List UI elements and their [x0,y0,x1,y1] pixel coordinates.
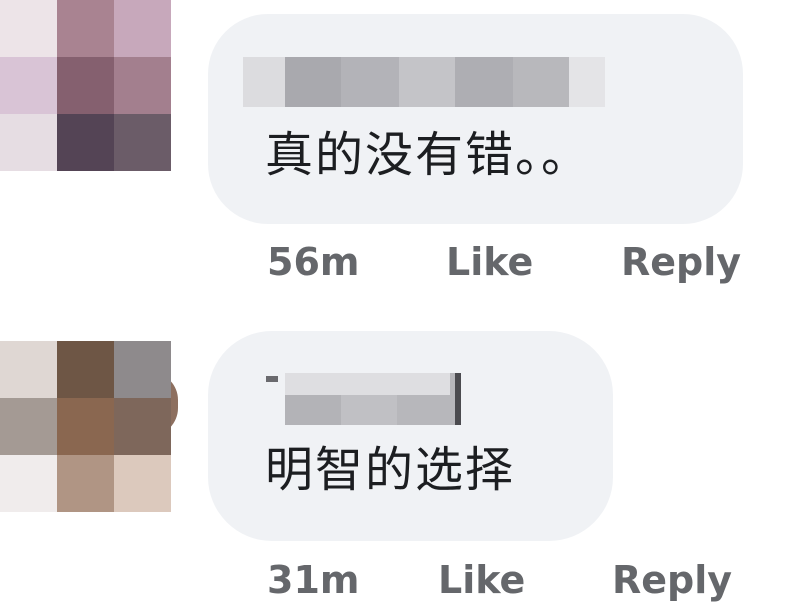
comment-text: 明智的选择 [265,442,516,498]
like-button[interactable]: Like [438,558,525,602]
reply-button[interactable]: Reply [621,240,741,284]
avatar-pixel [0,57,57,114]
avatar-pixel [57,398,114,455]
like-button[interactable]: Like [446,240,533,284]
avatar-pixel [57,455,114,512]
avatar-pixel [0,398,57,455]
avatar-pixel [114,0,171,57]
avatar-pixel [0,0,57,57]
avatar-pixel [114,398,171,455]
avatar-pixel [114,114,171,171]
avatar-pixel [57,114,114,171]
avatar-pixel [57,0,114,57]
author-name-blurred[interactable] [243,57,605,107]
avatar[interactable] [0,0,171,171]
author-name-blurred-top [266,376,278,382]
avatar-pixel [57,57,114,114]
reply-button[interactable]: Reply [612,558,732,602]
avatar-pixel [114,455,171,512]
comment-text: 真的没有错。。 [265,127,592,183]
comment-timestamp[interactable]: 56m [267,240,359,284]
avatar-pixel [0,455,57,512]
avatar-pixel [0,341,57,398]
comment-thread: 真的没有错。。 56m Like Reply 明智的选择 31m Like Re… [0,0,800,610]
comment-timestamp[interactable]: 31m [267,558,359,602]
avatar-pixel [0,114,57,171]
avatar-pixel [57,341,114,398]
author-name-blurred-top [285,373,450,395]
avatar-pixel [114,57,171,114]
avatar[interactable] [0,341,171,512]
comment-bubble [208,331,613,541]
avatar-pixel [114,341,171,398]
comment-bubble [208,14,743,224]
